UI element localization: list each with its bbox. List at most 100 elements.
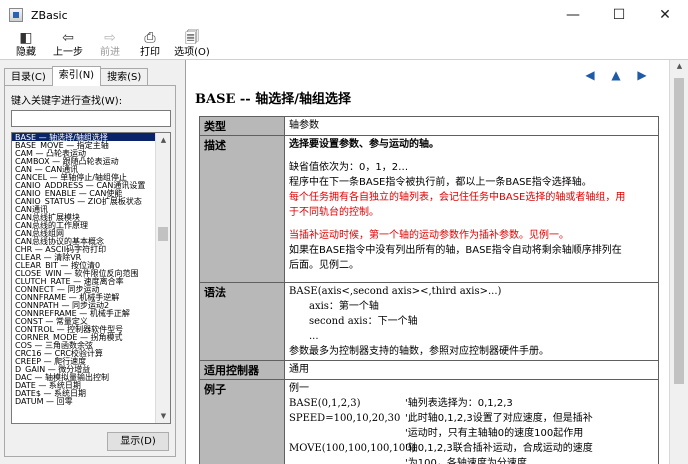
index-item[interactable]: CAMBOX — 跟随凸轮表运动 — [12, 157, 156, 165]
index-item[interactable]: CRC16 — CRC校验计算 — [12, 349, 156, 357]
arrow-left-icon[interactable]: ◀ — [577, 68, 603, 82]
back-button[interactable]: ⇦ 上一步 — [46, 30, 90, 60]
syntax-line: axis：第一个轴 — [309, 301, 379, 312]
index-item[interactable]: DAC — 轴模拟量输出控制 — [12, 373, 156, 381]
index-item[interactable]: CAN — CAN通讯 — [12, 165, 156, 173]
tab-search[interactable]: 搜索(S) — [100, 68, 149, 86]
example-row: '为100，各轴速度为分速度 — [289, 456, 654, 464]
index-items: BASE — 轴选择/轴组选择 BASE_MOVE — 指定主轴 CAM — 凸轮表… — [12, 133, 156, 405]
print-label: 打印 — [140, 47, 160, 58]
minimize-button[interactable]: — — [550, 0, 596, 30]
index-item[interactable]: CLEAR — 清除VR — [12, 253, 156, 261]
index-item[interactable]: CONNPATH — 同步运动2 — [12, 301, 156, 309]
desc-line: 于不同轨台的控制。 — [289, 207, 379, 218]
index-item[interactable]: CREEP — 爬行速度 — [12, 357, 156, 365]
index-item[interactable]: CANIO_STATUS — ZIO扩展板状态 — [12, 197, 156, 205]
tab-index[interactable]: 索引(N) — [51, 66, 102, 86]
forward-button[interactable]: ⇨ 前进 — [88, 30, 132, 60]
syntax-line: 参数最多为控制器支持的轴数，参照对应控制器硬件手册。 — [289, 346, 549, 357]
index-scrollbar[interactable]: ▲ ▼ — [155, 133, 170, 423]
syntax-line: ... — [309, 331, 319, 342]
index-item[interactable]: CONNFRAME — 机械手逆解 — [12, 293, 156, 301]
index-item[interactable]: CLEAR_BIT — 按位清0 — [12, 261, 156, 269]
index-item[interactable]: CAN总线扩展模块 — [12, 213, 156, 221]
desc-line: 程序中在下一条BASE指令被执行前，都以上一条BASE指令选择轴。 — [289, 177, 592, 188]
options-button[interactable]: 🗐 选项(O) — [170, 30, 214, 60]
scroll-up-icon[interactable]: ▲ — [156, 133, 170, 147]
desc-line: 后面。见例二。 — [289, 260, 359, 271]
index-list[interactable]: BASE — 轴选择/轴组选择 BASE_MOVE — 指定主轴 CAM — 凸轮表… — [11, 132, 171, 424]
toolbar: ◧ 隐藏 ⇦ 上一步 ⇨ 前进 ⎙ 打印 🗐 选项(O) — [0, 30, 688, 60]
topic-nav: ◀ ▲ ▶ — [577, 68, 655, 82]
keyword-label: 键入关键字进行查找(W): — [11, 96, 123, 107]
scroll-thumb[interactable] — [158, 227, 168, 241]
index-item[interactable]: COS — 三角函数余弦 — [12, 341, 156, 349]
index-item[interactable]: CANCEL — 单轴停止/轴组停止 — [12, 173, 156, 181]
index-item[interactable]: CAN总线组网 — [12, 229, 156, 237]
scroll-down-icon[interactable]: ▼ — [156, 409, 170, 423]
hide-button[interactable]: ◧ 隐藏 — [4, 30, 48, 60]
example-row: '运动时，只有主轴轴0的速度100起作用 — [289, 426, 654, 441]
arrow-right-icon: ⇨ — [104, 30, 116, 46]
content-pane: ◀ ▲ ▶ BASE -- 轴选择/轴组选择 类型 轴参数 描述 选择要设置参数… — [187, 60, 669, 464]
close-button[interactable]: ✕ — [642, 0, 688, 30]
forward-label: 前进 — [100, 47, 120, 58]
index-item[interactable]: CAN总线的工作原理 — [12, 221, 156, 229]
index-item[interactable]: DATE — 系统日期 — [12, 381, 156, 389]
index-item[interactable]: CONST — 常量定义 — [12, 317, 156, 325]
index-item[interactable]: CAN总线协议的基本概念 — [12, 237, 156, 245]
applicable-label: 适用控制器 — [200, 361, 285, 379]
row-example: 例子 例一 BASE(0,1,2,3) '轴列表选择为：0,1,2,3 SPEE… — [200, 380, 658, 464]
index-item[interactable]: CANIO_ADDRESS — CAN通讯设置 — [12, 181, 156, 189]
desc-line: 每个任务拥有各自独立的轴列表，会记住任务中BASE选择的轴或者轴组，用 — [289, 192, 626, 203]
example-value: 例一 BASE(0,1,2,3) '轴列表选择为：0,1,2,3 SPEED=1… — [285, 380, 658, 464]
show-button[interactable]: 显示(D) — [107, 432, 169, 451]
index-item[interactable]: CONNREFRAME — 机械手正解 — [12, 309, 156, 317]
window-controls: — ☐ ✕ — [550, 0, 688, 30]
index-item[interactable]: CANIO_ENABLE — CAN使能 — [12, 189, 156, 197]
index-item[interactable]: BASE — 轴选择/轴组选择 — [12, 133, 156, 141]
page-title: BASE -- 轴选择/轴组选择 — [195, 92, 351, 107]
print-button[interactable]: ⎙ 打印 — [128, 30, 172, 60]
example-row: SPEED=100,10,20,30 '此时轴0,1,2,3设置了对应速度，但是… — [289, 411, 654, 426]
scroll-thumb[interactable] — [674, 78, 684, 384]
maximize-button[interactable]: ☐ — [596, 0, 642, 30]
index-item[interactable]: CONNECT — 同步运动 — [12, 285, 156, 293]
hide-label: 隐藏 — [16, 47, 36, 58]
index-panel: 键入关键字进行查找(W): BASE — 轴选择/轴组选择 BASE_MOVE —… — [4, 85, 176, 457]
index-item[interactable]: CONTROL — 控制器软件型号 — [12, 325, 156, 333]
syntax-line: second axis：下一个轴 — [309, 316, 418, 327]
example-row: MOVE(100,100,100,100) '轴0,1,2,3联合插补运动，合成… — [289, 441, 654, 456]
index-item[interactable]: CORNER_MODE — 拐角模式 — [12, 333, 156, 341]
content-scrollbar[interactable]: ▲ — [669, 60, 688, 464]
index-item[interactable]: CAM — 凸轮表运动 — [12, 149, 156, 157]
syntax-line: BASE(axis<,second axis><,third axis>...) — [289, 286, 502, 297]
pane-splitter[interactable] — [180, 60, 186, 464]
options-label: 选项(O) — [174, 47, 210, 58]
desc-line: 选择要设置参数、参与运动的轴。 — [289, 139, 439, 150]
example-comment: '此时轴0,1,2,3设置了对应速度，但是插补 — [405, 413, 593, 424]
tab-contents[interactable]: 目录(C) — [4, 68, 53, 86]
applicable-value: 通用 — [285, 361, 658, 379]
keyword-input[interactable] — [11, 110, 171, 127]
index-item[interactable]: D_GAIN — 微分增益 — [12, 365, 156, 373]
example-row: BASE(0,1,2,3) '轴列表选择为：0,1,2,3 — [289, 396, 654, 411]
index-item[interactable]: CLOSE_WIN — 软件限位反向范围 — [12, 269, 156, 277]
row-type: 类型 轴参数 — [200, 117, 658, 136]
doc-table: 类型 轴参数 描述 选择要设置参数、参与运动的轴。 缺省值依次为：0，1，2… … — [199, 116, 659, 464]
scroll-up-icon[interactable]: ▲ — [670, 62, 688, 70]
index-item[interactable]: CHR — ASCII码字符打印 — [12, 245, 156, 253]
nav-tabs: 目录(C) 索引(N) 搜索(S) — [4, 66, 149, 86]
example-comment: '轴0,1,2,3联合插补运动，合成运动的速度 — [405, 443, 593, 454]
example-code: MOVE(100,100,100,100) — [289, 443, 416, 454]
arrow-up-icon[interactable]: ▲ — [603, 68, 629, 82]
index-item[interactable]: DATUM — 回零 — [12, 397, 156, 405]
index-item[interactable]: CLUTCH_RATE — 速度离合率 — [12, 277, 156, 285]
arrow-right-icon[interactable]: ▶ — [629, 68, 655, 82]
navigation-pane: 目录(C) 索引(N) 搜索(S) 键入关键字进行查找(W): BASE — 轴… — [0, 60, 180, 464]
syntax-label: 语法 — [200, 283, 285, 360]
index-item[interactable]: BASE_MOVE — 指定主轴 — [12, 141, 156, 149]
index-item[interactable]: CAN通讯 — [12, 205, 156, 213]
index-item[interactable]: DATE$ — 系统日期 — [12, 389, 156, 397]
options-icon: 🗐 — [185, 30, 199, 46]
